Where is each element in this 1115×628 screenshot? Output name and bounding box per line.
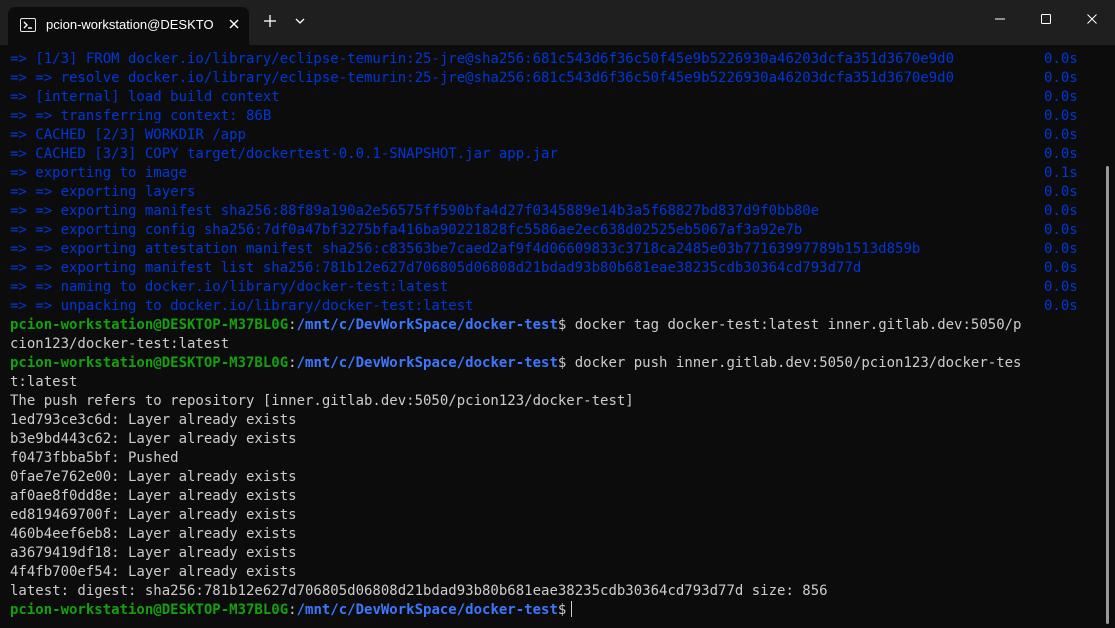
prompt-user-host: pcion-workstation@DESKTOP-M37BL0G <box>10 602 289 618</box>
tab-title: pcion-workstation@DESKTOP- <box>46 17 214 32</box>
command-continuation: cion123/docker-test:latest <box>10 336 230 352</box>
prompt-line: pcion-workstation@DESKTOP-M37BL0G:/mnt/c… <box>10 316 1100 335</box>
build-step-text: => exporting to image <box>10 165 188 181</box>
build-log-line: => => resolve docker.io/library/eclipse-… <box>10 69 1100 88</box>
build-log-line: => => transferring context: 86B 0.0s <box>10 107 1100 126</box>
build-step-duration: 0.0s <box>1044 203 1078 219</box>
chevron-down-icon <box>294 14 306 32</box>
prompt-user-host: pcion-workstation@DESKTOP-M37BL0G <box>10 355 289 371</box>
build-step-duration: 0.0s <box>1044 108 1078 124</box>
build-step-text: => => resolve docker.io/library/eclipse-… <box>10 70 955 86</box>
build-log-line: => exporting to image 0.1s <box>10 164 1100 183</box>
build-log-line: => => exporting attestation manifest sha… <box>10 240 1100 259</box>
push-log-line: af0ae8f0dd8e: Layer already exists <box>10 488 297 504</box>
build-step-text: => => unpacking to docker.io/library/doc… <box>10 298 474 314</box>
build-step-text: => CACHED [2/3] WORKDIR /app <box>10 127 247 143</box>
command-text: docker push inner.gitlab.dev:5050/pcion1… <box>566 355 1022 371</box>
text-cursor <box>571 601 573 617</box>
build-step-duration: 0.0s <box>1044 51 1078 67</box>
build-step-duration: 0.0s <box>1044 241 1078 257</box>
build-log-line: => CACHED [3/3] COPY target/dockertest-0… <box>10 145 1100 164</box>
push-log-line: ed819469700f: Layer already exists <box>10 507 297 523</box>
prompt-sep: : <box>288 355 297 371</box>
push-log-line: 460b4eef6eb8: Layer already exists <box>10 526 297 542</box>
build-step-text: => => exporting manifest list sha256:781… <box>10 260 862 276</box>
terminal-window: pcion-workstation@DESKTOP- => [1/3] FROM… <box>0 0 1115 628</box>
prompt-cwd: /mnt/c/DevWorkSpace/docker-test <box>296 317 558 333</box>
build-step-duration: 0.0s <box>1044 184 1078 200</box>
prompt-line: pcion-workstation@DESKTOP-M37BL0G:/mnt/c… <box>10 354 1100 373</box>
build-step-duration: 0.0s <box>1044 298 1078 314</box>
title-bar: pcion-workstation@DESKTOP- <box>0 0 1115 45</box>
push-log-line: f0473fbba5bf: Pushed <box>10 450 179 466</box>
prompt-cwd: /mnt/c/DevWorkSpace/docker-test <box>296 355 558 371</box>
prompt-line-current: pcion-workstation@DESKTOP-M37BL0G:/mnt/c… <box>10 601 1100 620</box>
command-continuation: t:latest <box>10 374 78 390</box>
prompt-user-host: pcion-workstation@DESKTOP-M37BL0G <box>10 317 289 333</box>
build-log-line: => => exporting layers 0.0s <box>10 183 1100 202</box>
build-step-text: => => transferring context: 86B <box>10 108 272 124</box>
build-step-text: => CACHED [3/3] COPY target/dockertest-0… <box>10 146 558 162</box>
build-log-line: => => exporting config sha256:7df0a47bf3… <box>10 221 1100 240</box>
build-step-text: => => exporting attestation manifest sha… <box>10 241 921 257</box>
new-tab-button[interactable] <box>259 12 281 34</box>
build-log-line: => => unpacking to docker.io/library/doc… <box>10 297 1100 316</box>
build-log-line: => => exporting manifest sha256:88f89a19… <box>10 202 1100 221</box>
build-log-line: => [1/3] FROM docker.io/library/eclipse-… <box>10 50 1100 69</box>
close-icon <box>1086 12 1098 30</box>
push-log-line: 4f4fb700ef54: Layer already exists <box>10 564 297 580</box>
maximize-button[interactable] <box>1023 0 1069 42</box>
build-step-duration: 0.0s <box>1044 222 1078 238</box>
build-step-text: => => naming to docker.io/library/docker… <box>10 279 449 295</box>
build-step-duration: 0.0s <box>1044 260 1078 276</box>
tab-active[interactable]: pcion-workstation@DESKTOP- <box>8 7 249 45</box>
window-close-button[interactable] <box>1069 0 1115 42</box>
build-log: => [1/3] FROM docker.io/library/eclipse-… <box>10 50 1100 316</box>
build-step-text: => [internal] load build context <box>10 89 280 105</box>
build-step-duration: 0.1s <box>1044 165 1078 181</box>
build-step-duration: 0.0s <box>1044 279 1078 295</box>
plus-icon <box>263 14 277 33</box>
push-log-line: The push refers to repository [inner.git… <box>10 393 634 409</box>
push-log-line: 0fae7e762e00: Layer already exists <box>10 469 297 485</box>
scrollbar-thumb[interactable] <box>1106 166 1109 624</box>
prompt-sep: : <box>288 317 297 333</box>
build-log-line: => [internal] load build context 0.0s <box>10 88 1100 107</box>
close-icon[interactable] <box>226 16 242 32</box>
minimize-button[interactable] <box>977 0 1023 42</box>
prompt-cwd: /mnt/c/DevWorkSpace/docker-test <box>296 602 558 618</box>
build-step-duration: 0.0s <box>1044 70 1078 86</box>
build-step-duration: 0.0s <box>1044 146 1078 162</box>
push-log-line: latest: digest: sha256:781b12e627d706805… <box>10 583 828 599</box>
push-log-line: a3679419df18: Layer already exists <box>10 545 297 561</box>
push-log: The push refers to repository [inner.git… <box>10 392 1100 601</box>
command-text: docker tag docker-test:latest inner.gitl… <box>566 317 1022 333</box>
push-log-line: b3e9bd443c62: Layer already exists <box>10 431 297 447</box>
tab-dropdown-button[interactable] <box>290 12 310 34</box>
terminal-output[interactable]: => [1/3] FROM docker.io/library/eclipse-… <box>10 50 1100 624</box>
prompt-symbol: $ <box>557 602 567 618</box>
maximize-icon <box>1040 12 1052 30</box>
build-step-text: => => exporting layers <box>10 184 196 200</box>
build-step-text: => [1/3] FROM docker.io/library/eclipse-… <box>10 51 955 67</box>
push-log-line: 1ed793ce3c6d: Layer already exists <box>10 412 297 428</box>
build-step-text: => => exporting config sha256:7df0a47bf3… <box>10 222 803 238</box>
build-step-duration: 0.0s <box>1044 127 1078 143</box>
terminal-icon <box>20 17 36 33</box>
build-step-text: => => exporting manifest sha256:88f89a19… <box>10 203 820 219</box>
build-log-line: => => naming to docker.io/library/docker… <box>10 278 1100 297</box>
build-log-line: => => exporting manifest list sha256:781… <box>10 259 1100 278</box>
build-step-duration: 0.0s <box>1044 89 1078 105</box>
build-log-line: => CACHED [2/3] WORKDIR /app 0.0s <box>10 126 1100 145</box>
prompt-sep: : <box>288 602 297 618</box>
minimize-icon <box>994 12 1006 30</box>
